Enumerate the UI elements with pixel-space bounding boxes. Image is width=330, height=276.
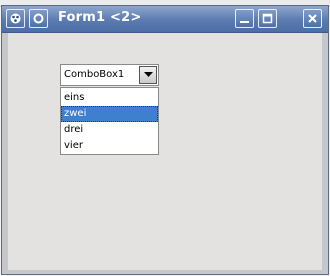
combobox-value: ComboBox1 <box>64 69 125 80</box>
chevron-down-icon[interactable] <box>139 66 157 84</box>
app-menu-icon[interactable] <box>6 9 25 28</box>
list-item-drei[interactable]: drei <box>61 122 158 138</box>
minimize-icon[interactable] <box>235 9 254 28</box>
form-window: Form1 <2> ComboBox1 eins zwei drei vier <box>1 5 329 275</box>
combobox[interactable]: ComboBox1 <box>60 64 159 86</box>
maximize-icon[interactable] <box>258 9 277 28</box>
list-item-eins[interactable]: eins <box>61 90 158 106</box>
window-title: Form1 <2> <box>58 10 142 25</box>
sticky-icon[interactable] <box>29 9 48 28</box>
list-item-zwei[interactable]: zwei <box>61 106 158 122</box>
list-item-vier[interactable]: vier <box>61 138 158 154</box>
combobox-dropdown-list: eins zwei drei vier <box>60 87 159 155</box>
title-bar[interactable]: Form1 <2> <box>2 6 328 33</box>
form-client-area: ComboBox1 eins zwei drei vier <box>8 33 322 270</box>
close-icon[interactable] <box>303 9 322 28</box>
